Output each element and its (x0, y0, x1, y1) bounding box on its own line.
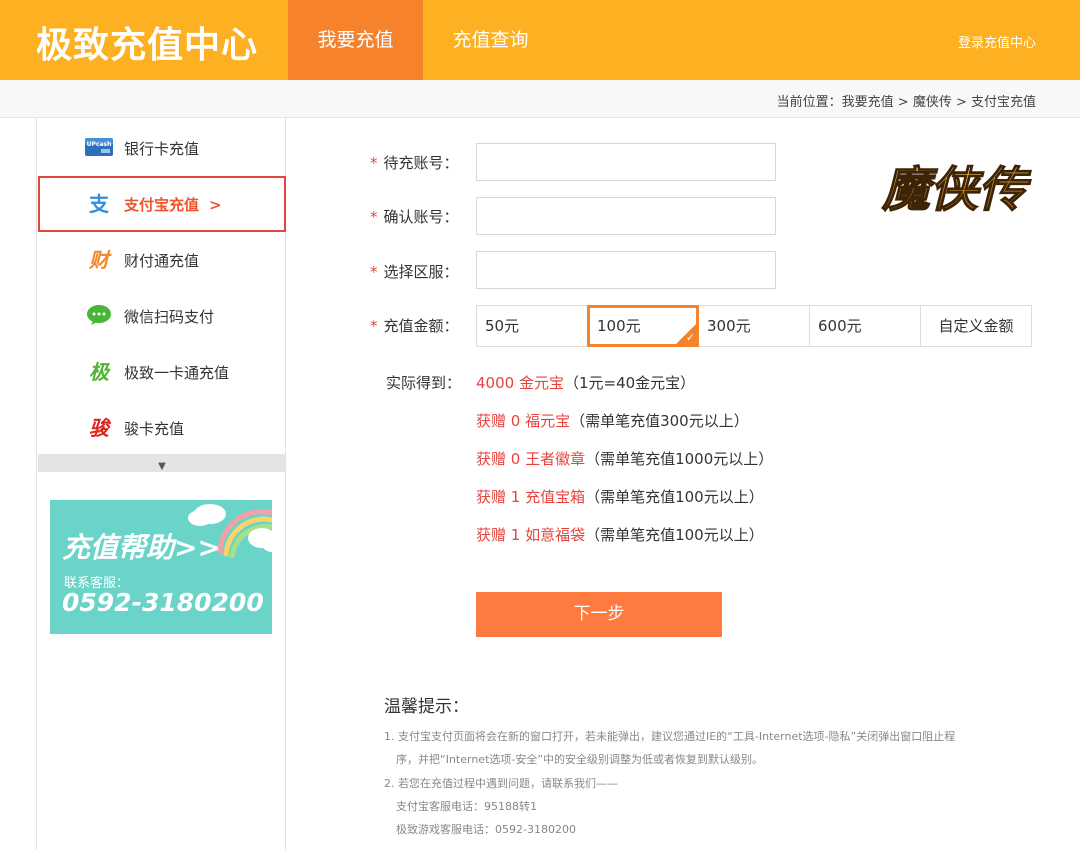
checkmark-icon: ✓ (685, 331, 695, 344)
svg-text:魔侠传: 魔侠传 (881, 162, 1032, 218)
tip-line: 2. 若您在充值过程中遇到问题，请联系我们—— (384, 777, 618, 790)
sidebar-item-alipay[interactable]: 支 支付宝充值 > (38, 176, 286, 232)
sidebar-item-jizhi-card[interactable]: 极 极致一卡通充值 (38, 344, 286, 400)
required-mark: * (370, 263, 378, 281)
amount-option-300[interactable]: 300元 (699, 306, 810, 346)
help-banner[interactable]: 充值帮助>> 联系客服： 0592-3180200 (50, 500, 272, 634)
sidebar-item-label: 骏卡充值 (124, 420, 185, 438)
amount-options: 50元 100元 ✓ 300元 600元 自定义金额 (476, 305, 1032, 347)
confirm-account-label: * 确认账号： (370, 208, 459, 226)
sidebar-item-label: 极致一卡通充值 (124, 364, 230, 382)
sidebar-expand-toggle[interactable]: ▼ (38, 454, 286, 472)
jizhi-card-icon: 极 (89, 360, 109, 384)
upcash-bank-card-icon: UPcash (84, 136, 114, 160)
tip-line: 支付宝客服电话：95188转1 (396, 800, 537, 813)
sidebar-item-label: 微信扫码支付 (124, 308, 215, 326)
amount-option-custom[interactable]: 自定义金额 (921, 306, 1031, 346)
caret-down-icon: ▼ (158, 461, 166, 472)
gain-line-gold: 4000 金元宝（1元=40金元宝） (476, 374, 696, 392)
sidebar-item-junka[interactable]: 骏 骏卡充值 (38, 400, 286, 456)
required-mark: * (370, 208, 378, 226)
tips-title: 温馨提示： (384, 697, 469, 717)
amount-option-50[interactable]: 50元 (477, 306, 588, 346)
help-title: 充值帮助>> (62, 531, 221, 564)
tab-recharge-query[interactable]: 充值查询 (423, 0, 558, 80)
amount-option-600[interactable]: 600元 (810, 306, 921, 346)
amount-label: * 充值金额： (370, 317, 459, 335)
gain-label: 实际得到： (386, 374, 462, 392)
tip-line: 1. 支付宝支付页面将会在新的窗口打开，若未能弹出，建议您通过IE的“工具-In… (384, 730, 956, 743)
tenpay-icon: 财 (89, 248, 109, 272)
svg-text:UPcash: UPcash (87, 141, 112, 148)
help-phone: 0592-3180200 (62, 588, 264, 617)
amount-option-100[interactable]: 100元 ✓ (587, 305, 699, 347)
required-mark: * (370, 154, 378, 172)
gain-line-bonus-2: 获赠 0 王者徽章（需单笔充值1000元以上） (476, 450, 774, 468)
site-logo[interactable]: 极致充值中心 (36, 16, 258, 68)
breadcrumb: 当前位置：我要充值 > 魔侠传 > 支付宝充值 (776, 95, 1036, 110)
tip-line: 极致游戏客服电话：0592-3180200 (396, 823, 576, 836)
required-mark: * (370, 317, 378, 335)
top-header: 极致充值中心 我要充值 充值查询 登录充值中心 (0, 0, 1080, 80)
confirm-account-input[interactable] (476, 197, 776, 235)
next-step-button[interactable]: 下一步 (476, 592, 722, 637)
login-link[interactable]: 登录充值中心 (958, 32, 1036, 51)
tip-line: 序，并把“Internet选项-安全”中的安全级别调整为低或者恢复到默认级别。 (396, 753, 764, 766)
wechat-icon (84, 304, 114, 328)
server-select[interactable] (476, 251, 776, 289)
game-logo: 魔侠传 (876, 146, 1032, 226)
account-label: * 待充账号： (370, 154, 459, 172)
junka-icon: 骏 (89, 416, 109, 440)
gain-line-bonus-3: 获赠 1 充值宝箱（需单笔充值100元以上） (476, 488, 764, 506)
payment-method-sidebar: UPcash 银行卡充值 支 支付宝充值 > 财 财付通充值 微信扫码支付 极 极… (36, 118, 286, 850)
account-input[interactable] (476, 143, 776, 181)
server-label: * 选择区服： (370, 263, 459, 281)
chevron-right-icon: > (209, 196, 222, 214)
gain-line-bonus-1: 获赠 0 福元宝（需单笔充值300元以上） (476, 412, 749, 430)
breadcrumb-bar: 当前位置：我要充值 > 魔侠传 > 支付宝充值 (0, 80, 1080, 118)
sidebar-item-label: 支付宝充值 > (124, 196, 222, 214)
sidebar-item-label: 银行卡充值 (124, 140, 200, 158)
sidebar-item-tenpay[interactable]: 财 财付通充值 (38, 232, 286, 288)
alipay-icon: 支 (89, 192, 109, 216)
gain-line-bonus-4: 获赠 1 如意福袋（需单笔充值100元以上） (476, 526, 764, 544)
sidebar-item-label: 财付通充值 (124, 252, 200, 270)
tab-recharge[interactable]: 我要充值 (288, 0, 423, 80)
sidebar-item-wechat[interactable]: 微信扫码支付 (38, 288, 286, 344)
sidebar-item-bank-card[interactable]: UPcash 银行卡充值 (38, 120, 286, 176)
